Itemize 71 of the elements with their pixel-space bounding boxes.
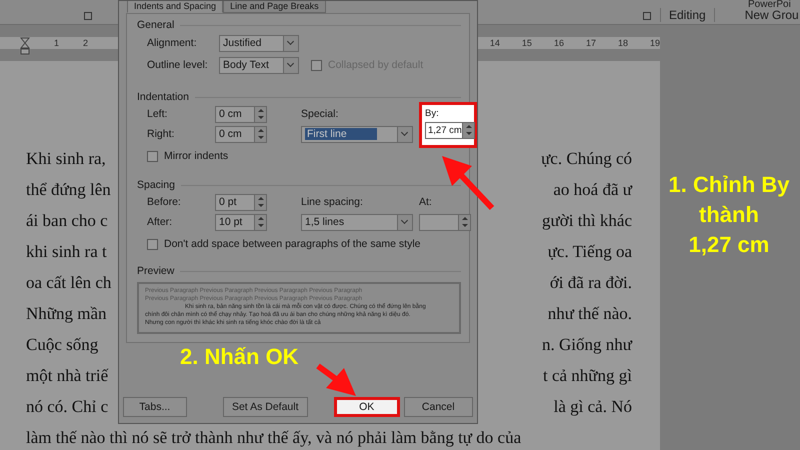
dialog-tab[interactable]: Line and Page Breaks <box>223 1 326 13</box>
indent-marker-icon[interactable] <box>20 37 30 55</box>
document-text: Những mần <box>26 304 107 324</box>
dialog-launcher-icon[interactable] <box>84 12 92 20</box>
ribbon-group-label: Editing <box>660 8 715 22</box>
annotation-text: 1. Chỉnh By thành 1,27 cm <box>667 171 790 259</box>
field-label: Right: <box>147 128 176 140</box>
section-title: Preview <box>137 265 174 277</box>
document-text: một nhà triế <box>26 366 108 386</box>
checkbox-label: Mirror indents <box>164 150 228 162</box>
by-spinbox[interactable]: 1,27 cm <box>425 122 475 139</box>
checkbox-label: Don't add space between paragraphs of the same style <box>164 238 420 250</box>
outline-level-dropdown[interactable]: Body Text <box>219 56 299 74</box>
document-text: nó có. Chỉ c <box>26 396 108 416</box>
arrow <box>442 156 494 210</box>
field-label: At: <box>419 196 433 208</box>
document-text: oa cất lên ch <box>26 272 112 292</box>
document-text: khi sinh ra t <box>26 242 107 262</box>
field-label: Outline level: <box>147 59 209 71</box>
document-text: t cả những gì <box>542 366 632 386</box>
document-text: n. Giống như <box>542 334 632 354</box>
after-spinbox[interactable]: 10 pt <box>215 214 267 230</box>
document-text: gười thì khác <box>542 210 632 230</box>
left-indent-spinbox[interactable]: 0 cm <box>215 106 267 122</box>
document-text: ới đã ra đời. <box>550 272 632 292</box>
annotation-text: 2. Nhấn OK <box>180 344 299 370</box>
ruler-number: 18 <box>618 38 628 48</box>
ribbon-group-label: New Grou <box>744 8 799 22</box>
field-label: After: <box>147 216 174 228</box>
document-text: ái ban cho c <box>26 210 108 230</box>
ruler-number: 17 <box>586 38 596 48</box>
dialog-tab[interactable]: Indents and Spacing <box>127 1 224 13</box>
dialog-launcher-icon[interactable] <box>643 12 651 20</box>
dialog-button[interactable]: Set As Default <box>222 397 308 417</box>
document-text: làm thế nào thì nó sẽ trở thành như thế ấy, và nó phải làm bằng tự do của <box>26 428 522 448</box>
document-text: ực. Tiếng oa <box>548 242 632 262</box>
document-text: là gì cả. Nó <box>554 396 632 416</box>
field-label: Before: <box>147 196 182 208</box>
ruler-number: 1 <box>54 38 60 48</box>
dialog-button[interactable]: OK <box>334 397 400 417</box>
alignment-dropdown[interactable]: Justified <box>219 34 299 52</box>
line-spacing-dropdown[interactable]: 1,5 lines <box>301 214 413 230</box>
dialog-button[interactable]: Tabs... <box>123 397 187 417</box>
checkbox[interactable] <box>147 238 158 250</box>
document-text: Khi sinh ra, <box>26 148 106 168</box>
before-spinbox[interactable]: 0 pt <box>215 194 267 210</box>
section-title: Indentation <box>137 91 189 103</box>
arrow <box>316 364 356 396</box>
document-text: ực. Chúng có <box>541 148 632 168</box>
ruler-number: 2 <box>83 38 88 48</box>
field-label: Alignment: <box>147 37 198 49</box>
ruler-number: 14 <box>490 38 500 48</box>
document-text: như thế nào. <box>548 304 632 324</box>
field-label: Special: <box>301 108 340 120</box>
at-spinbox[interactable] <box>419 214 471 230</box>
ribbon-button[interactable]: PowerPoi <box>748 0 791 10</box>
section-title: General <box>137 19 174 31</box>
document-text: Cuộc sống <box>26 334 98 354</box>
document-text: ao hoá đã ư <box>553 180 632 200</box>
dialog-button[interactable]: Cancel <box>404 397 473 417</box>
section-title: Spacing <box>137 179 175 191</box>
special-dropdown[interactable]: First line <box>301 126 413 142</box>
field-label: By: <box>425 108 440 119</box>
field-label: Line spacing: <box>301 196 364 208</box>
ruler-number: 16 <box>554 38 564 48</box>
ruler-number: 19 <box>650 38 660 48</box>
right-indent-spinbox[interactable]: 0 cm <box>215 126 267 142</box>
checkbox[interactable] <box>147 150 158 162</box>
field-label: Left: <box>147 108 168 120</box>
ruler-number: 15 <box>522 38 532 48</box>
document-text: thể đứng lên <box>26 180 111 200</box>
